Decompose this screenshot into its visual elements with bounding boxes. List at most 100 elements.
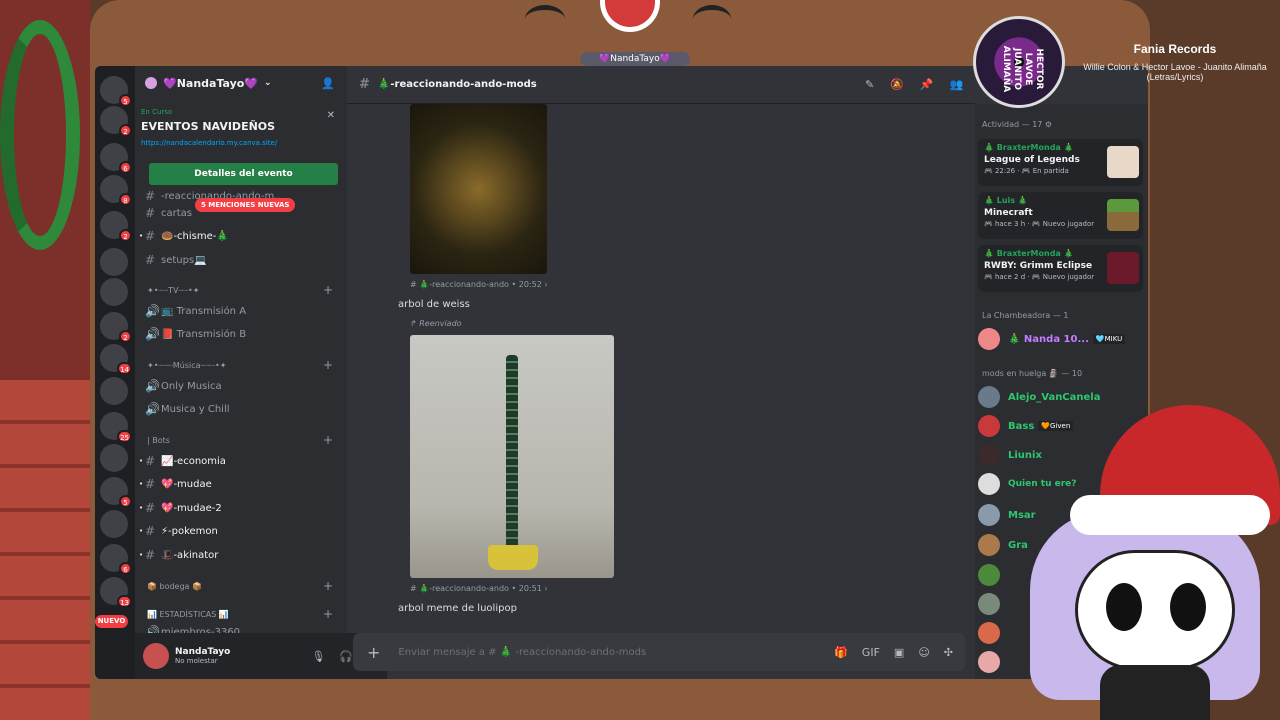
add-channel-icon[interactable]: + [323,433,333,447]
member-item[interactable]: 🎄 Nanda 10... 🩵MIKU [978,326,1143,352]
channel-only-musica[interactable]: 🔊 Only Musica [145,376,335,396]
unread-badge: 6 [119,562,132,575]
server-avatar[interactable]: 13 [100,577,132,608]
event-link[interactable]: https://nandacalendario.my.canva.site/ [141,139,341,147]
role-header: mods en huelga 🗿 — 10 [982,369,1083,378]
pin-icon[interactable]: 📌 [920,78,934,91]
sticker-icon[interactable]: ▣ [894,646,904,659]
server-avatar[interactable] [100,444,128,472]
user-status: No molestar [175,657,218,665]
broom-shape [488,545,538,570]
activity-card[interactable]: 🎄 BraxterMonda 🎄 RWBY: Grimm Eclipse 🎮 h… [978,245,1143,292]
category-bodega[interactable]: 📦 bodega 📦 + [147,579,333,593]
channel-chisme[interactable]: • # 🍩-chisme-🎄 [139,226,335,246]
server-avatar[interactable]: 6 [100,544,132,575]
garland-image[interactable] [410,335,614,578]
wreath-decoration [0,20,80,250]
server-avatar[interactable]: 2 [100,106,132,137]
channel-mudae[interactable]: • # 💖-mudae [139,474,335,494]
vtuber-avatar [1020,400,1280,720]
channel-akinator[interactable]: • # 🎩-akinator [139,545,335,565]
gif-icon[interactable]: GIF [862,646,880,659]
add-channel-icon[interactable]: + [323,579,333,593]
avatar [978,386,1000,408]
now-playing-widget: HECTOR LAVOE JUANITO ALIMAÑA Fania Recor… [965,14,1280,114]
close-icon[interactable]: ✕ [327,110,335,121]
avatar [978,622,1000,644]
gift-icon[interactable]: 🎁 [834,646,848,659]
server-avatar[interactable]: 2 [100,312,132,343]
category-estadisticas[interactable]: 📊 ESTADÍSTICAS 📊 + [147,607,333,621]
plus-icon[interactable]: + [367,643,380,662]
bear-eye-right [693,5,731,33]
activity-card[interactable]: 🎄 Luis 🎄 Minecraft 🎮 hace 3 h · 🎮 Nuevo … [978,192,1143,239]
hash-icon: # [145,206,156,220]
emoji-icon[interactable]: ☺ [918,646,929,659]
message-meta[interactable]: # 🎄-reaccionando-ando • 20:52 › [410,280,548,289]
channel-setups[interactable]: # setups💻 [145,250,335,270]
server-avatar[interactable]: 8 [100,175,132,206]
message-composer[interactable]: + Enviar mensaje a # 🎄 -reaccionando-and… [353,633,965,671]
apps-icon[interactable]: ✣ [944,646,953,659]
channel-economia[interactable]: • # 📈-economia [139,451,335,471]
server-avatar[interactable]: 14 [100,344,132,375]
avatar-face [1075,550,1235,670]
game-thumbnail [1107,146,1139,178]
new-mentions-badge[interactable]: 5 MENCIONES NUEVAS [195,198,296,212]
threads-icon[interactable]: ✎ [865,78,874,91]
unread-badge: 13 [117,595,132,608]
bell-mute-icon[interactable]: 🔕 [890,78,904,91]
add-channel-icon[interactable]: + [323,358,333,372]
message-text: arbol meme de luolipop [398,603,517,614]
message-meta[interactable]: # 🎄-reaccionando-ando • 20:51 › [410,584,548,593]
unread-badge: 8 [119,193,132,206]
channel-musica-chill[interactable]: 🔊 Musica y Chill [145,399,335,419]
unread-dot-icon: • [139,480,144,488]
unread-dot-icon: • [139,457,144,465]
add-channel-icon[interactable]: + [323,283,333,297]
twitch-icon[interactable] [100,510,128,538]
event-details-button[interactable]: Detalles del evento [149,163,338,185]
unread-badge: 25 [117,430,132,443]
event-status: En Curso [141,108,173,116]
forwarded-label: ↱ Reenviado [410,319,462,328]
unread-badge: 6 [119,161,132,174]
channel-transmision-a[interactable]: 🔊 📺 Transmisión A [145,301,335,321]
server-avatar[interactable]: 5 [100,477,132,508]
speaker-icon: 🔊 [145,402,160,416]
category-bots[interactable]: | Bots + [147,433,333,447]
server-avatar[interactable]: 25 [100,412,132,443]
channel-transmision-b[interactable]: 🔊 📕 Transmisión B [145,324,335,344]
bear-eye-left [525,5,565,33]
christmas-tree-image[interactable] [410,104,547,274]
server-avatar[interactable]: 2 [100,211,132,242]
discord-home-icon[interactable]: 5 [100,76,132,107]
channel-pokemon[interactable]: • # ⚡-pokemon [139,521,335,541]
diamond-icon[interactable] [100,248,128,276]
podcast-icon[interactable] [100,278,128,306]
avatar[interactable] [143,643,169,669]
avatar-eye-right [1170,583,1206,631]
speaker-icon: 🔊 [145,304,160,318]
hash-icon: # [145,189,156,203]
activity-card[interactable]: 🎄 BraxterMonda 🎄 League of Legends 🎮 22:… [978,139,1143,186]
message-list: # 🎄-reaccionando-ando • 20:52 › arbol de… [347,104,975,624]
members-icon[interactable]: 👥 [950,78,964,91]
category-musica[interactable]: ✦•┈┈┈Música┈┈┈•✦ + [147,358,333,372]
kick-icon[interactable] [100,377,128,405]
add-member-icon[interactable]: 👤 [321,77,335,90]
role-header: La Chambeadora — 1 [982,311,1069,320]
game-thumbnail [1107,252,1139,284]
add-channel-icon[interactable]: + [323,607,333,621]
santa-hat-band [1070,495,1270,535]
unread-badge: 2 [119,124,132,137]
server-avatar[interactable]: 6 [100,143,132,174]
guild-header[interactable]: 💜NandaTayo💜 ⌄ 👤 [135,66,347,100]
hash-icon: # [145,477,156,491]
microphone-icon[interactable]: 🎙 [311,650,325,663]
channel-mudae-2[interactable]: • # 💖-mudae-2 [139,498,335,518]
category-tv[interactable]: ✦•┈┈TV┈┈•✦ + [147,283,333,297]
avatar [978,473,1000,495]
headphones-icon[interactable]: 🎧 [339,650,353,663]
speaker-icon: 🔊 [145,379,160,393]
